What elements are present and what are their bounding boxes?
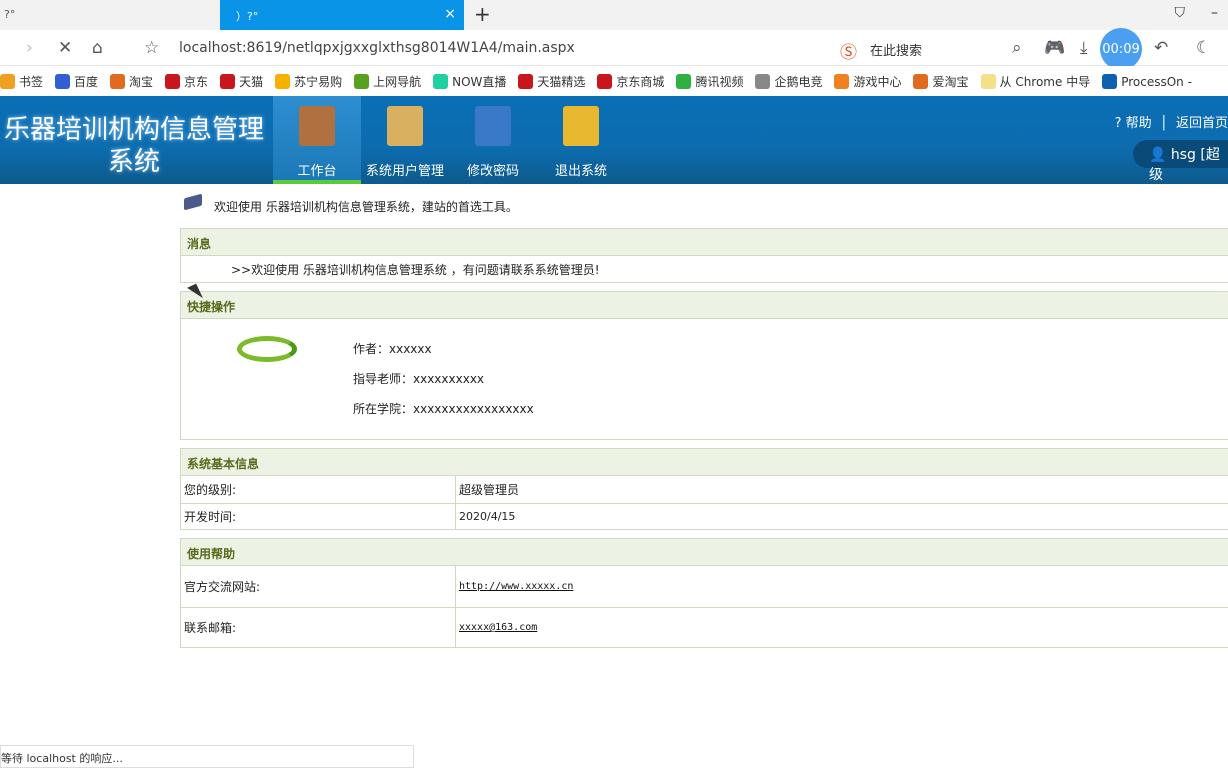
row-label: 开发时间: [181, 504, 456, 529]
forward-icon[interactable]: › [26, 38, 33, 58]
bookmarks-bar: 书签 百度 淘宝 京东 天猫 苏宁易购 上网导航 NOW直播 天猫精选 京东商城 腾讯视频 企鹅电竞游… [0, 66, 1228, 96]
bookmark-icon [676, 73, 692, 89]
help-panel: 使用帮助 官方交流网站: http://www.xxxxx.cn 联系邮箱: xxx… [180, 538, 1228, 648]
help-link[interactable]: 帮助 [1126, 116, 1152, 131]
bookmark-icon [518, 73, 534, 89]
status-bar: 等待 localhost 的响应... [0, 745, 414, 768]
email-link[interactable]: xxxxx@163.com [459, 622, 537, 633]
bookmark-item[interactable]: NOW直播 [433, 73, 506, 90]
address-bar-row: › ✕ ⌂ ☆ localhost:8619/netlqpxjgxxglxths… [0, 30, 1228, 66]
undo-icon[interactable]: ↶ [1154, 38, 1168, 58]
quick-panel: 快捷操作 作者：xxxxxx 指导老师：xxxxxxxxxx 所在学院：xxxx… [180, 291, 1228, 440]
download-icon[interactable]: ⤓ [1080, 38, 1088, 58]
row-value: 超级管理员 [459, 483, 520, 497]
message-text: >>欢迎使用 乐器培训机构信息管理系统 ，有问题请联系系统管理员! [231, 263, 600, 277]
bookmark-icon [597, 73, 613, 89]
tab[interactable]: ?° [4, 8, 15, 21]
stop-icon[interactable]: ✕ [58, 38, 72, 58]
bookmark-icon [1102, 73, 1118, 89]
nav-item[interactable]: 退出系统 [537, 96, 625, 184]
bookmark-icon [110, 73, 126, 89]
app-header: 乐器培训机构信息管理 系统 工作台 系统用户管理 修改密码 退出系统 ? 帮助 │ 返回… [0, 96, 1228, 184]
leaf-logo-icon [237, 336, 297, 362]
bookmark-item[interactable]: 天猫 [220, 73, 263, 90]
timer-badge: 00:09 [1100, 28, 1142, 70]
bookmark-item[interactable]: 从 Chrome 中导 [980, 73, 1090, 90]
user-badge[interactable]: 👤 hsg [超级 [1133, 140, 1228, 183]
user-icon: 👤 [1149, 147, 1167, 163]
tab-title: ）?° [236, 10, 259, 23]
close-tab-icon[interactable]: × [444, 6, 456, 22]
bookmark-item[interactable]: 京东商城 [597, 73, 664, 90]
bookmark-item[interactable]: 天猫精选 [518, 73, 585, 90]
row-label: 您的级别: [181, 476, 456, 503]
nav-item[interactable]: 修改密码 [449, 96, 537, 184]
help-icon: ? [1114, 116, 1122, 131]
nav-item[interactable]: 工作台 [273, 96, 361, 184]
folder-download-icon [563, 106, 599, 146]
bookmark-icon [755, 73, 771, 89]
book-icon [299, 106, 335, 146]
row-label: 官方交流网站: [181, 566, 456, 607]
bookmark-icon [220, 73, 236, 89]
bookmark-icon [275, 73, 291, 89]
tab-active[interactable]: ）?° × [220, 0, 464, 30]
bookmark-item[interactable]: ProcessOn - [1102, 73, 1192, 89]
bookmark-icon [913, 73, 929, 89]
table-row: 您的级别: 超级管理员 [181, 476, 1228, 503]
bookmark-item[interactable]: 爱淘宝 [913, 73, 969, 90]
gamepad-icon[interactable]: 🎮 [1044, 38, 1065, 58]
star-icon[interactable]: ☆ [144, 38, 159, 58]
message-panel: 消息 >>欢迎使用 乐器培训机构信息管理系统 ，有问题请联系系统管理员! [180, 228, 1228, 283]
main-nav: 工作台 系统用户管理 修改密码 退出系统 [273, 96, 625, 184]
bookmark-icon [834, 73, 850, 89]
bookmark-icon [433, 73, 449, 89]
bookmark-item[interactable]: 书签 [0, 73, 43, 90]
panel-title: 快捷操作 [181, 292, 1228, 319]
sogou-icon[interactable]: Ⓢ [840, 38, 857, 63]
home-icon[interactable]: ⌂ [92, 38, 103, 58]
bookmark-item[interactable]: 苏宁易购 [275, 73, 342, 90]
bookmark-item[interactable]: 京东 [165, 73, 208, 90]
college-text: 所在学院：xxxxxxxxxxxxxxxxx [353, 402, 534, 416]
home-link[interactable]: 返回首页 [1176, 116, 1228, 131]
bookmark-item[interactable]: 百度 [55, 73, 98, 90]
bookmark-item[interactable]: 企鹅电竞 [755, 73, 822, 90]
teacher-text: 指导老师：xxxxxxxxxx [353, 372, 485, 386]
row-label: 联系邮箱: [181, 608, 456, 647]
system-info-panel: 系统基本信息 您的级别: 超级管理员 开发时间: 2020/4/15 [180, 448, 1228, 530]
table-row: 官方交流网站: http://www.xxxxx.cn [181, 566, 1228, 607]
new-tab-button[interactable]: + [474, 2, 491, 26]
bookmark-item[interactable]: 游戏中心 [834, 73, 901, 90]
app-logo: 乐器培训机构信息管理 系统 [3, 115, 264, 177]
bookmark-icon [55, 73, 71, 89]
panel-title: 系统基本信息 [181, 449, 1228, 476]
panel-title: 使用帮助 [181, 539, 1228, 566]
website-link[interactable]: http://www.xxxxx.cn [459, 581, 573, 592]
bookmark-icon [0, 73, 15, 89]
bookmark-icon [980, 73, 996, 89]
bookmark-icon [165, 73, 181, 89]
skin-icon[interactable]: ⛉ [1175, 5, 1186, 21]
search-icon[interactable]: ⌕ [1012, 38, 1022, 58]
table-row: 开发时间: 2020/4/15 [181, 503, 1228, 529]
welcome-text: 欢迎使用 乐器培训机构信息管理系统，建站的首选工具。 [214, 200, 518, 214]
minimize-button[interactable]: – [1211, 5, 1218, 21]
bookmark-item[interactable]: 上网导航 [354, 73, 421, 90]
ruler-triangle-icon [387, 106, 423, 146]
table-row: 联系邮箱: xxxxx@163.com [181, 607, 1228, 647]
nav-item[interactable]: 系统用户管理 [361, 96, 449, 184]
night-mode-icon[interactable]: ☾ [1196, 38, 1211, 58]
book-icon [184, 193, 202, 211]
row-value: 2020/4/15 [459, 510, 516, 523]
bookmark-icon [354, 73, 370, 89]
panel-title: 消息 [181, 229, 1228, 256]
url-input[interactable]: localhost:8619/netlqpxjgxxglxthsg8014W1A… [179, 40, 575, 56]
bookmark-item[interactable]: 淘宝 [110, 73, 153, 90]
tab-bar: ?° ）?° × + ⛉ – [0, 0, 1228, 30]
bookmark-item[interactable]: 腾讯视频 [676, 73, 743, 90]
author-text: 作者：xxxxxx [353, 342, 432, 356]
search-input[interactable]: 在此搜索 [870, 40, 922, 59]
pencil-ruler-icon [475, 106, 511, 146]
